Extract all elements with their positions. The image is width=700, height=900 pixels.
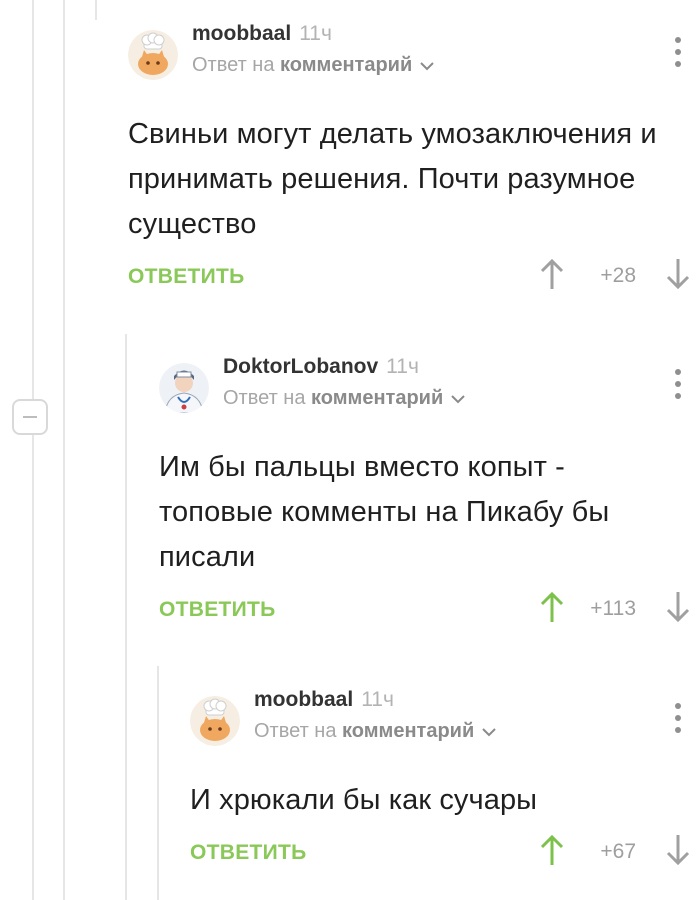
vote-score: +67 <box>600 840 636 863</box>
downvote-arrow-icon[interactable] <box>666 833 690 867</box>
username[interactable]: moobbaal 11ч <box>192 22 332 46</box>
reply-to: Ответ на комментарий <box>223 387 465 410</box>
vote-score: +113 <box>590 597 636 620</box>
upvote-arrow-icon[interactable] <box>540 833 564 867</box>
thread-line <box>157 666 159 900</box>
username[interactable]: DoktorLobanov 11ч <box>223 355 419 379</box>
reply-button[interactable]: ОТВЕТИТЬ <box>190 841 307 865</box>
chevron-down-icon[interactable] <box>451 394 465 404</box>
username[interactable]: moobbaal 11ч <box>254 688 394 712</box>
parent-comment-link[interactable]: комментарий <box>280 54 412 76</box>
vote-score: +28 <box>600 264 636 287</box>
downvote-arrow-icon[interactable] <box>666 590 690 624</box>
vote-controls: +113 <box>520 590 690 630</box>
comment-text: Свиньи могут делать умозаключения и прин… <box>128 118 657 240</box>
comment-time: 11ч <box>299 22 332 45</box>
doctor-avatar-icon <box>159 363 209 413</box>
more-options-icon[interactable] <box>668 369 688 403</box>
upvote-arrow-icon[interactable] <box>540 257 564 291</box>
comment-time: 11ч <box>386 355 419 378</box>
comment: moobbaal 11ч Ответ на комментарий И хрюка… <box>190 688 700 900</box>
vote-controls: +28 <box>520 257 690 297</box>
vote-controls: +67 <box>520 833 690 873</box>
avatar[interactable] <box>190 696 240 746</box>
avatar[interactable] <box>128 30 178 80</box>
thread-line <box>125 334 127 900</box>
reply-button[interactable]: ОТВЕТИТЬ <box>128 265 245 289</box>
parent-comment-link[interactable]: комментарий <box>311 387 443 409</box>
collapse-thread-button[interactable] <box>12 399 48 435</box>
more-options-icon[interactable] <box>668 703 688 737</box>
comment: DoktorLobanov 11ч Ответ на комментарий Им… <box>159 355 700 655</box>
comment-text: И хрюкали бы как сучары <box>190 784 538 816</box>
comment: moobbaal 11ч Ответ на комментарий Свиньи … <box>128 22 700 322</box>
chef-cat-avatar-icon <box>128 30 178 80</box>
comment-text: Им бы пальцы вместо копыт - топовые комм… <box>159 451 610 573</box>
thread-line <box>63 0 65 900</box>
upvote-arrow-icon[interactable] <box>540 590 564 624</box>
reply-button[interactable]: ОТВЕТИТЬ <box>159 598 276 622</box>
avatar[interactable] <box>159 363 209 413</box>
parent-comment-link[interactable]: комментарий <box>342 720 474 742</box>
reply-to: Ответ на комментарий <box>192 54 434 77</box>
more-options-icon[interactable] <box>668 37 688 71</box>
downvote-arrow-icon[interactable] <box>666 257 690 291</box>
comment-time: 11ч <box>361 688 394 711</box>
chevron-down-icon[interactable] <box>482 727 496 737</box>
chef-cat-avatar-icon <box>190 696 240 746</box>
thread-line <box>32 0 34 900</box>
thread-line <box>95 0 97 20</box>
reply-to: Ответ на комментарий <box>254 720 496 743</box>
chevron-down-icon[interactable] <box>420 61 434 71</box>
